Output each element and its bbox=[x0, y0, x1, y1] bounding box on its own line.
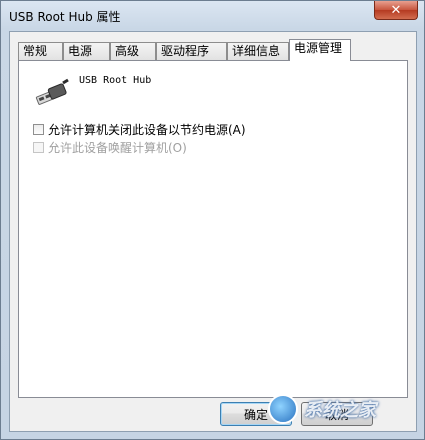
close-icon: ✕ bbox=[390, 2, 402, 18]
allow-turn-off-option[interactable]: 允许计算机关闭此设备以节约电源(A) bbox=[33, 121, 246, 137]
tab-general[interactable]: 常规 bbox=[18, 42, 63, 60]
watermark-text: 系统之家 bbox=[304, 400, 376, 421]
close-button[interactable]: ✕ bbox=[374, 1, 418, 20]
allow-turn-off-label: 允许计算机关闭此设备以节约电源(A) bbox=[48, 122, 246, 137]
tab-power[interactable]: 电源 bbox=[63, 42, 110, 60]
watermark-logo-icon bbox=[268, 394, 298, 424]
dialog-client-area: 常规 电源 高级 驱动程序 详细信息 电源管理 USB Root Hub 允许计… bbox=[9, 31, 417, 432]
allow-wake-option: 允许此设备唤醒计算机(O) bbox=[33, 139, 187, 155]
allow-wake-label: 允许此设备唤醒计算机(O) bbox=[48, 140, 187, 155]
tab-advanced[interactable]: 高级 bbox=[110, 42, 156, 60]
properties-window: USB Root Hub 属性 ✕ 常规 电源 高级 驱动程序 详细信息 电源管… bbox=[0, 0, 425, 440]
window-title: USB Root Hub 属性 bbox=[9, 10, 121, 24]
tab-details[interactable]: 详细信息 bbox=[227, 42, 289, 60]
tab-power-management[interactable]: 电源管理 bbox=[289, 39, 351, 61]
allow-turn-off-checkbox[interactable] bbox=[33, 123, 44, 135]
tab-driver[interactable]: 驱动程序 bbox=[156, 42, 227, 60]
usb-plug-icon bbox=[35, 78, 69, 105]
power-management-panel: USB Root Hub 允许计算机关闭此设备以节约电源(A) 允许此设备唤醒计… bbox=[18, 60, 408, 398]
allow-wake-checkbox bbox=[33, 141, 44, 153]
watermark: 系统之家 bbox=[268, 384, 418, 434]
title-bar[interactable]: USB Root Hub 属性 ✕ bbox=[1, 1, 424, 27]
device-name: USB Root Hub bbox=[79, 75, 152, 86]
